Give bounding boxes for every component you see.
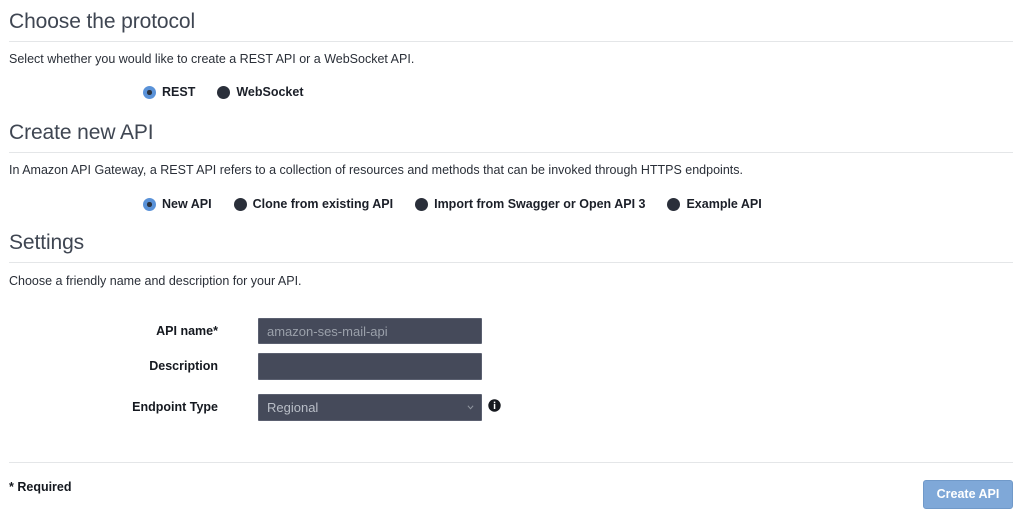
radio-option-example-api[interactable]: Example API bbox=[667, 197, 762, 212]
description-input[interactable] bbox=[258, 353, 482, 380]
endpoint-type-select[interactable]: Regional bbox=[258, 394, 482, 421]
create-section-divider bbox=[9, 152, 1013, 153]
radio-option-import-swagger[interactable]: Import from Swagger or Open API 3 bbox=[415, 198, 645, 211]
radio-example-api-icon[interactable] bbox=[667, 198, 681, 211]
api-name-label: API name* bbox=[156, 324, 218, 338]
protocol-radio-group: REST WebSocket bbox=[143, 86, 304, 99]
radio-websocket-icon[interactable] bbox=[217, 86, 231, 99]
radio-option-rest[interactable]: REST bbox=[143, 86, 195, 99]
radio-rest-icon[interactable] bbox=[143, 86, 156, 99]
radio-example-api-label: Example API bbox=[686, 197, 762, 212]
radio-option-new-api[interactable]: New API bbox=[143, 198, 212, 211]
create-api-page: Choose the protocol Select whether you w… bbox=[0, 0, 1020, 526]
settings-section-heading: Settings bbox=[9, 231, 85, 254]
form-row-endpoint-type: Endpoint Type Regional bbox=[0, 394, 1020, 421]
radio-new-api-label: New API bbox=[162, 197, 212, 212]
protocol-section-heading: Choose the protocol bbox=[9, 10, 196, 33]
radio-option-clone-existing[interactable]: Clone from existing API bbox=[233, 197, 394, 212]
radio-websocket-label: WebSocket bbox=[236, 85, 304, 100]
footer-divider bbox=[9, 462, 1013, 463]
create-api-button[interactable]: Create API bbox=[923, 480, 1013, 509]
endpoint-type-select-wrapper: Regional bbox=[258, 394, 482, 421]
create-section-heading: Create new API bbox=[9, 121, 154, 144]
create-section-description: In Amazon API Gateway, a REST API refers… bbox=[9, 163, 743, 177]
radio-clone-existing-label: Clone from existing API bbox=[252, 197, 394, 212]
form-row-api-name: API name* bbox=[0, 318, 1020, 344]
endpoint-type-selected-value: Regional bbox=[267, 400, 319, 415]
radio-rest-label: REST bbox=[162, 85, 196, 100]
settings-section-description: Choose a friendly name and description f… bbox=[9, 274, 302, 288]
endpoint-type-label: Endpoint Type bbox=[132, 400, 218, 414]
info-icon[interactable] bbox=[488, 399, 501, 412]
radio-import-swagger-label: Import from Swagger or Open API 3 bbox=[434, 197, 646, 212]
radio-clone-existing-icon[interactable] bbox=[233, 198, 247, 211]
chevron-down-icon bbox=[467, 404, 474, 411]
settings-section-divider bbox=[9, 262, 1013, 263]
radio-option-websocket[interactable]: WebSocket bbox=[217, 85, 304, 100]
radio-import-swagger-icon[interactable] bbox=[415, 198, 429, 211]
protocol-section-description: Select whether you would like to create … bbox=[9, 52, 415, 66]
required-note: * Required bbox=[9, 480, 72, 494]
radio-new-api-icon[interactable] bbox=[143, 198, 156, 211]
create-api-radio-group: New API Clone from existing API Import f… bbox=[143, 198, 762, 211]
api-name-input[interactable] bbox=[258, 318, 482, 344]
form-row-description: Description bbox=[0, 353, 1020, 380]
protocol-section-divider bbox=[9, 41, 1013, 42]
description-label: Description bbox=[149, 359, 218, 373]
